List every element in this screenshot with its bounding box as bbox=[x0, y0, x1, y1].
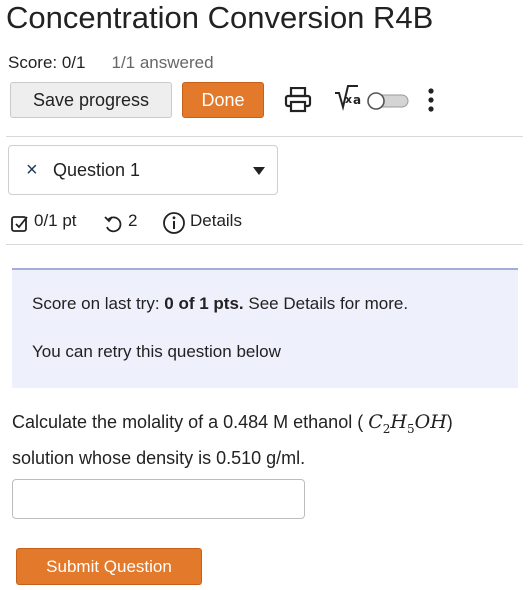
question-selector-label: Question 1 bbox=[53, 160, 141, 180]
retries-count: 2 bbox=[128, 211, 138, 230]
math-icon[interactable]: x a bbox=[334, 83, 370, 113]
svg-text:x: x bbox=[345, 93, 352, 106]
score-text: Score: 0/1 bbox=[8, 53, 86, 72]
last-try-points: 0 of 1 pts. bbox=[164, 294, 244, 313]
incorrect-icon: × bbox=[26, 159, 38, 181]
info-icon[interactable] bbox=[162, 211, 186, 235]
answered-count: 1/1 answered bbox=[111, 53, 214, 72]
question-text: Calculate the molality of a 0.484 M etha… bbox=[12, 411, 453, 468]
divider bbox=[6, 136, 523, 137]
question-selector[interactable]: × Question 1 bbox=[8, 145, 278, 195]
answer-input[interactable] bbox=[12, 479, 305, 519]
divider bbox=[6, 244, 523, 245]
details-link[interactable]: Details bbox=[190, 211, 242, 231]
score-summary: Score: 0/1 1/1 answered bbox=[8, 53, 214, 73]
done-button[interactable]: Done bbox=[182, 82, 264, 118]
retry-message: You can retry this question below bbox=[32, 342, 281, 361]
last-try-score: Score on last try: 0 of 1 pts. See Detai… bbox=[32, 294, 409, 313]
more-options-icon[interactable] bbox=[424, 86, 438, 116]
feedback-panel: Score on last try: 0 of 1 pts. See Detai… bbox=[12, 268, 518, 388]
checkbox-icon bbox=[11, 216, 28, 232]
page-title: Concentration Conversion R4B bbox=[6, 0, 434, 35]
submit-question-button[interactable]: Submit Question bbox=[16, 548, 202, 585]
ethanol-formula: C2H5OH bbox=[368, 411, 447, 436]
points-text: 0/1 pt bbox=[34, 211, 77, 230]
toggle-icon[interactable] bbox=[366, 91, 410, 111]
save-progress-button[interactable]: Save progress bbox=[10, 82, 172, 118]
svg-text:a: a bbox=[353, 93, 361, 107]
print-icon[interactable] bbox=[284, 87, 312, 113]
retry-icon bbox=[104, 216, 122, 233]
chevron-down-icon bbox=[253, 167, 265, 175]
